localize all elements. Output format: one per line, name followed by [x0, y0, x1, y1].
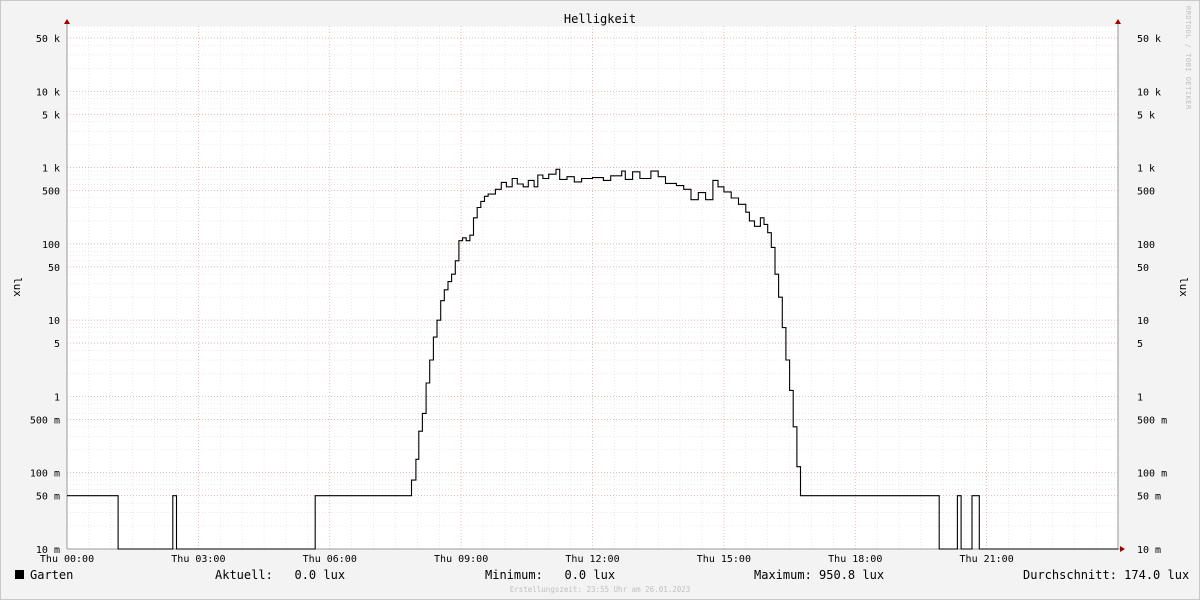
x-tick-label: Thu 21:00	[960, 554, 1014, 565]
x-axis-arrow	[1120, 546, 1125, 552]
x-tick-label: Thu 18:00	[828, 554, 882, 565]
y-tick-label-right: 5	[1137, 339, 1143, 350]
brightness-chart: 10 m 10 m50 m 50 m100 m 100 m500 m 500 m1 15 5…	[11, 12, 1190, 565]
x-tick-label: Thu 09:00	[434, 554, 488, 565]
y-tick-label-right: 500	[1137, 187, 1155, 198]
y-tick-label-right: 10 m	[1137, 545, 1161, 556]
y-tick-label-left: 500 m	[30, 415, 60, 426]
x-tick-label: Thu 15:00	[697, 554, 751, 565]
legend-current: Aktuell: 0.0 lux	[215, 568, 346, 582]
y-tick-label-left: 5	[54, 339, 60, 350]
y-tick-label-right: 100 m	[1137, 469, 1167, 480]
y-axis-label-left: lux	[11, 277, 24, 297]
y-tick-label-right: 10	[1137, 316, 1149, 327]
y-axis-label-right: lux	[1177, 277, 1190, 297]
y-tick-label-left: 10	[48, 316, 60, 327]
y-tick-label-right: 5 k	[1137, 110, 1155, 121]
y-axis-arrow-left	[64, 19, 70, 24]
y-tick-label-right: 50 k	[1137, 34, 1161, 45]
y-tick-label-right: 10 k	[1137, 87, 1161, 98]
y-tick-label-left: 50 k	[36, 34, 60, 45]
y-tick-label-right: 50 m	[1137, 492, 1161, 503]
y-tick-label-right: 500 m	[1137, 415, 1167, 426]
legend-swatch-garten	[15, 570, 24, 579]
y-tick-label-left: 5 k	[42, 110, 60, 121]
x-tick-label: Thu 12:00	[565, 554, 619, 565]
x-tick-label: Thu 03:00	[171, 554, 225, 565]
legend-maximum: Maximum: 950.8 lux	[754, 568, 885, 582]
y-tick-label-right: 1	[1137, 392, 1143, 403]
y-tick-label-left: 50	[48, 263, 60, 274]
x-tick-label: Thu 00:00	[40, 554, 94, 565]
y-tick-label-right: 50	[1137, 263, 1149, 274]
y-tick-label-left: 10 k	[36, 87, 60, 98]
rrdtool-watermark: RRDTOOL / TOBI OETIKER	[1184, 6, 1192, 110]
y-tick-label-right: 1 k	[1137, 164, 1155, 175]
y-tick-label-left: 50 m	[36, 492, 60, 503]
y-tick-label-left: 100 m	[30, 469, 60, 480]
x-tick-label: Thu 06:00	[303, 554, 357, 565]
legend-average: Durchschnitt: 174.0 lux	[1023, 568, 1190, 582]
y-tick-label-right: 100	[1137, 240, 1155, 251]
y-axis-arrow-right	[1115, 19, 1121, 24]
y-tick-label-left: 1 k	[42, 164, 60, 175]
chart-title: Helligkeit	[564, 12, 636, 26]
creation-time-footer: Erstellungszeit: 23:55 Uhr am 26.01.2023	[509, 585, 691, 594]
y-tick-label-left: 1	[54, 392, 60, 403]
y-tick-label-left: 100	[42, 240, 60, 251]
legend-series-name: Garten	[30, 568, 74, 582]
legend-minimum: Minimum: 0.0 lux	[485, 568, 616, 582]
y-tick-label-left: 500	[42, 187, 60, 198]
